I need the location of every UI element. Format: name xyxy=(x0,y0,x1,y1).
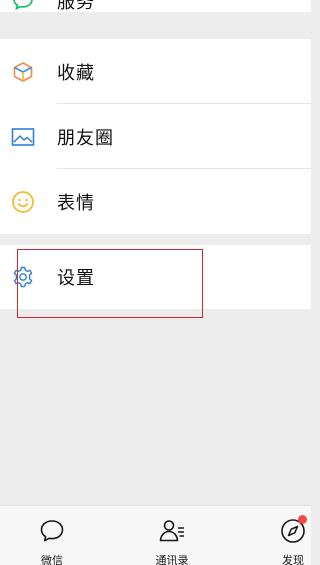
menu-item-stickers[interactable]: 表情 xyxy=(0,169,311,234)
menu-item-settings[interactable]: 设置 xyxy=(0,245,311,309)
tab-discover[interactable]: 发现 xyxy=(253,506,320,565)
menu-group-main: 收藏 朋友圈 表情 xyxy=(0,39,311,234)
menu-item-label: 设置 xyxy=(57,268,95,289)
menu-item-label: 服务 xyxy=(57,0,95,12)
tab-contacts[interactable]: 通讯录 xyxy=(132,506,212,565)
menu-group-settings: 设置 xyxy=(0,245,311,309)
speech-bubble-icon xyxy=(11,0,35,12)
tab-wechat[interactable]: 微信 xyxy=(12,506,92,565)
smiley-icon xyxy=(11,190,35,214)
chat-bubble-icon xyxy=(37,516,67,546)
menu-item-label: 表情 xyxy=(57,192,95,214)
tab-label: 发现 xyxy=(282,554,304,565)
menu-group-services: 服务 xyxy=(0,0,311,12)
menu-item-favorites[interactable]: 收藏 xyxy=(0,39,311,104)
menu-item-services[interactable]: 服务 xyxy=(0,0,311,12)
tab-label: 微信 xyxy=(41,554,63,565)
menu-item-moments[interactable]: 朋友圈 xyxy=(0,104,311,169)
cube-icon xyxy=(11,60,35,84)
notification-dot xyxy=(298,515,307,524)
menu-item-label: 收藏 xyxy=(57,62,95,84)
tab-label: 通讯录 xyxy=(155,554,189,565)
tab-bar: 微信 通讯录 发现 xyxy=(0,505,311,565)
gear-icon xyxy=(11,265,35,289)
menu-item-label: 朋友圈 xyxy=(57,127,114,149)
picture-icon xyxy=(11,125,35,149)
contacts-icon xyxy=(157,516,187,546)
